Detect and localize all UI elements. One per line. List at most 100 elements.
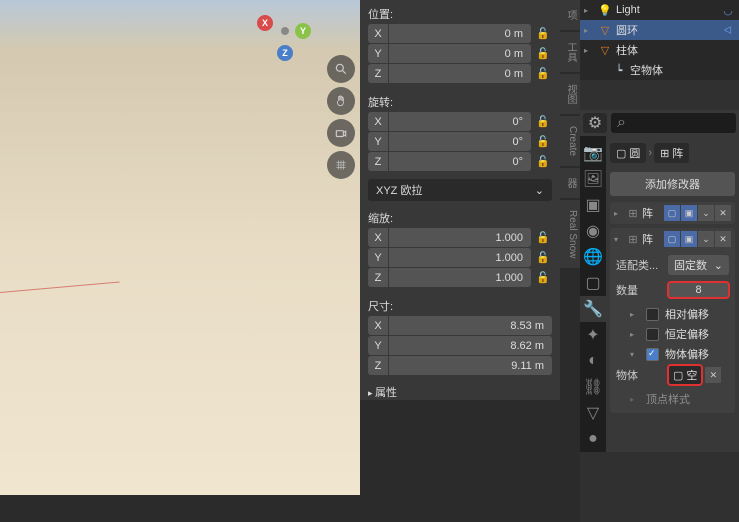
tab-constraints[interactable]: ⛓ <box>580 374 606 400</box>
lock-icon[interactable]: 🔓 <box>534 251 552 264</box>
mod-dropdown[interactable]: ⌄ <box>698 231 714 247</box>
count-field[interactable]: 8 <box>668 282 729 298</box>
gizmo-x-axis[interactable]: X <box>257 15 273 31</box>
lock-icon[interactable]: 🔓 <box>534 47 552 60</box>
expand-icon[interactable]: ▸ <box>584 26 594 35</box>
camera-button[interactable] <box>327 119 355 147</box>
scale-z-field[interactable]: 1.000 <box>389 268 531 287</box>
lock-icon[interactable]: 🔓 <box>534 27 552 40</box>
rotation-x-field[interactable]: 0° <box>389 112 531 131</box>
lock-icon[interactable]: 🔓 <box>534 271 552 284</box>
tab-modifiers[interactable]: 🔧 <box>580 296 606 322</box>
expand-icon[interactable]: ▸ <box>630 310 640 319</box>
outliner-item-torus[interactable]: ▸ ▽ 圆环 ᐊ <box>580 20 739 40</box>
tab-view[interactable]: 视图 <box>560 74 580 116</box>
lock-icon[interactable]: 🔓 <box>534 67 552 80</box>
constant-offset-checkbox[interactable] <box>646 328 659 341</box>
location-y-field[interactable]: 0 m <box>389 44 531 63</box>
mod-realtime-toggle[interactable]: ▢ <box>664 231 680 247</box>
mod-render-toggle[interactable]: ▣ <box>681 231 697 247</box>
axis-x-line <box>0 282 120 293</box>
pan-button[interactable] <box>327 87 355 115</box>
vertex-row[interactable]: ▸ 顶点样式 <box>616 389 729 409</box>
gizmo-z-axis[interactable]: Z <box>277 45 293 61</box>
tab-item[interactable]: 项 <box>560 0 580 32</box>
rotation-mode-select[interactable]: XYZ 欧拉⌄ <box>368 179 552 201</box>
tab-output[interactable]: 🖼 <box>580 166 606 192</box>
fit-type-label: 适配类... <box>616 257 664 273</box>
modifier-header[interactable]: ▸ ⊞ 阵 ▢ ▣ ⌄ ✕ <box>610 202 735 224</box>
location-z-field[interactable]: 0 m <box>389 64 531 83</box>
add-modifier-button[interactable]: 添加修改器 <box>610 172 735 196</box>
rotation-y-field[interactable]: 0° <box>389 132 531 151</box>
properties-search[interactable]: ⌕ <box>611 113 736 133</box>
dim-x-field[interactable]: 8.53 m <box>389 316 552 335</box>
rotation-label: 旋转: <box>368 92 552 112</box>
vertex-label: 顶点样式 <box>646 391 690 407</box>
navigation-gizmo[interactable]: X Y Z <box>255 5 315 65</box>
dim-z-field[interactable]: 9.11 m <box>389 356 552 375</box>
expand-icon[interactable]: ▸ <box>584 46 594 55</box>
tab-material[interactable]: ● <box>580 426 606 452</box>
properties-panel-toggle[interactable]: 属性 <box>360 380 560 404</box>
visibility-toggle[interactable]: ◡ <box>721 4 735 17</box>
expand-icon[interactable]: ▸ <box>584 6 594 15</box>
tab-object[interactable]: ▢ <box>580 270 606 296</box>
tab-world[interactable]: 🌐 <box>580 244 606 270</box>
object-offset-label: 物体偏移 <box>665 346 709 362</box>
zoom-button[interactable] <box>327 55 355 83</box>
lock-icon[interactable]: 🔓 <box>534 115 552 128</box>
viewport-3d[interactable]: X Y Z <box>0 0 360 495</box>
expand-icon[interactable]: ▾ <box>614 235 624 244</box>
gizmo-center[interactable] <box>281 27 289 35</box>
mod-close[interactable]: ✕ <box>715 205 731 221</box>
breadcrumb-object[interactable]: ▢ 圆 <box>610 143 646 163</box>
tab-misc[interactable]: 器 <box>560 168 580 200</box>
expand-icon[interactable]: ▸ <box>614 209 624 218</box>
tab-real-snow[interactable]: Real Snow <box>560 200 580 270</box>
lock-icon[interactable]: 🔓 <box>534 231 552 244</box>
outliner-item-cylinder[interactable]: ▸ ▽ 柱体 <box>580 40 739 60</box>
tab-create[interactable]: Create <box>560 116 580 168</box>
outliner-item-empty[interactable]: ┕ 空物体 <box>580 60 739 80</box>
modifier-header[interactable]: ▾ ⊞ 阵 ▢ ▣ ⌄ ✕ <box>610 228 735 250</box>
fit-type-select[interactable]: 固定数⌄ <box>668 255 729 275</box>
scale-y-field[interactable]: 1.000 <box>389 248 531 267</box>
lock-icon[interactable]: 🔓 <box>534 135 552 148</box>
tab-render[interactable]: 📷 <box>580 140 606 166</box>
tab-tool[interactable]: 工具 <box>560 32 580 74</box>
rotation-z-field[interactable]: 0° <box>389 152 531 171</box>
expand-icon[interactable]: ▸ <box>630 330 640 339</box>
tab-data[interactable]: ▽ <box>580 400 606 426</box>
mod-realtime-toggle[interactable]: ▢ <box>664 205 680 221</box>
object-clear[interactable]: ✕ <box>705 367 721 383</box>
expand-icon[interactable]: ▸ <box>630 395 640 404</box>
breadcrumb-modifier[interactable]: ⊞ 阵 <box>654 143 689 163</box>
expand-icon[interactable]: ▾ <box>630 350 640 359</box>
constant-offset-row[interactable]: ▸ 恒定偏移 <box>616 324 729 344</box>
outliner: ▸ 💡 Light ◡ ▸ ▽ 圆环 ᐊ ▸ ▽ 柱体 ┕ 空物体 <box>580 0 739 80</box>
dim-y-field[interactable]: 8.62 m <box>389 336 552 355</box>
outliner-item-light[interactable]: ▸ 💡 Light ◡ <box>580 0 739 20</box>
lock-icon[interactable]: 🔓 <box>534 155 552 168</box>
gizmo-y-axis[interactable]: Y <box>295 23 311 39</box>
mod-dropdown[interactable]: ⌄ <box>698 205 714 221</box>
object-picker[interactable]: ▢ 空 <box>668 365 702 385</box>
tab-view-layer[interactable]: ▣ <box>580 192 606 218</box>
visibility-toggle[interactable]: ᐊ <box>721 24 735 37</box>
relative-offset-row[interactable]: ▸ 相对偏移 <box>616 304 729 324</box>
tab-scene[interactable]: ◉ <box>580 218 606 244</box>
scale-x-field[interactable]: 1.000 <box>389 228 531 247</box>
relative-offset-checkbox[interactable] <box>646 308 659 321</box>
mod-render-toggle[interactable]: ▣ <box>681 205 697 221</box>
axis-y: Y <box>368 336 388 355</box>
tab-particles[interactable]: ✦ <box>580 322 606 348</box>
mod-close[interactable]: ✕ <box>715 231 731 247</box>
location-x-field[interactable]: 0 m <box>389 24 531 43</box>
object-offset-row[interactable]: ▾ 物体偏移 <box>616 344 729 364</box>
pin-button[interactable]: ⚙ <box>583 113 607 133</box>
axis-z: Z <box>368 152 388 171</box>
tab-physics[interactable]: ◐ <box>580 348 606 374</box>
object-offset-checkbox[interactable] <box>646 348 659 361</box>
perspective-button[interactable] <box>327 151 355 179</box>
